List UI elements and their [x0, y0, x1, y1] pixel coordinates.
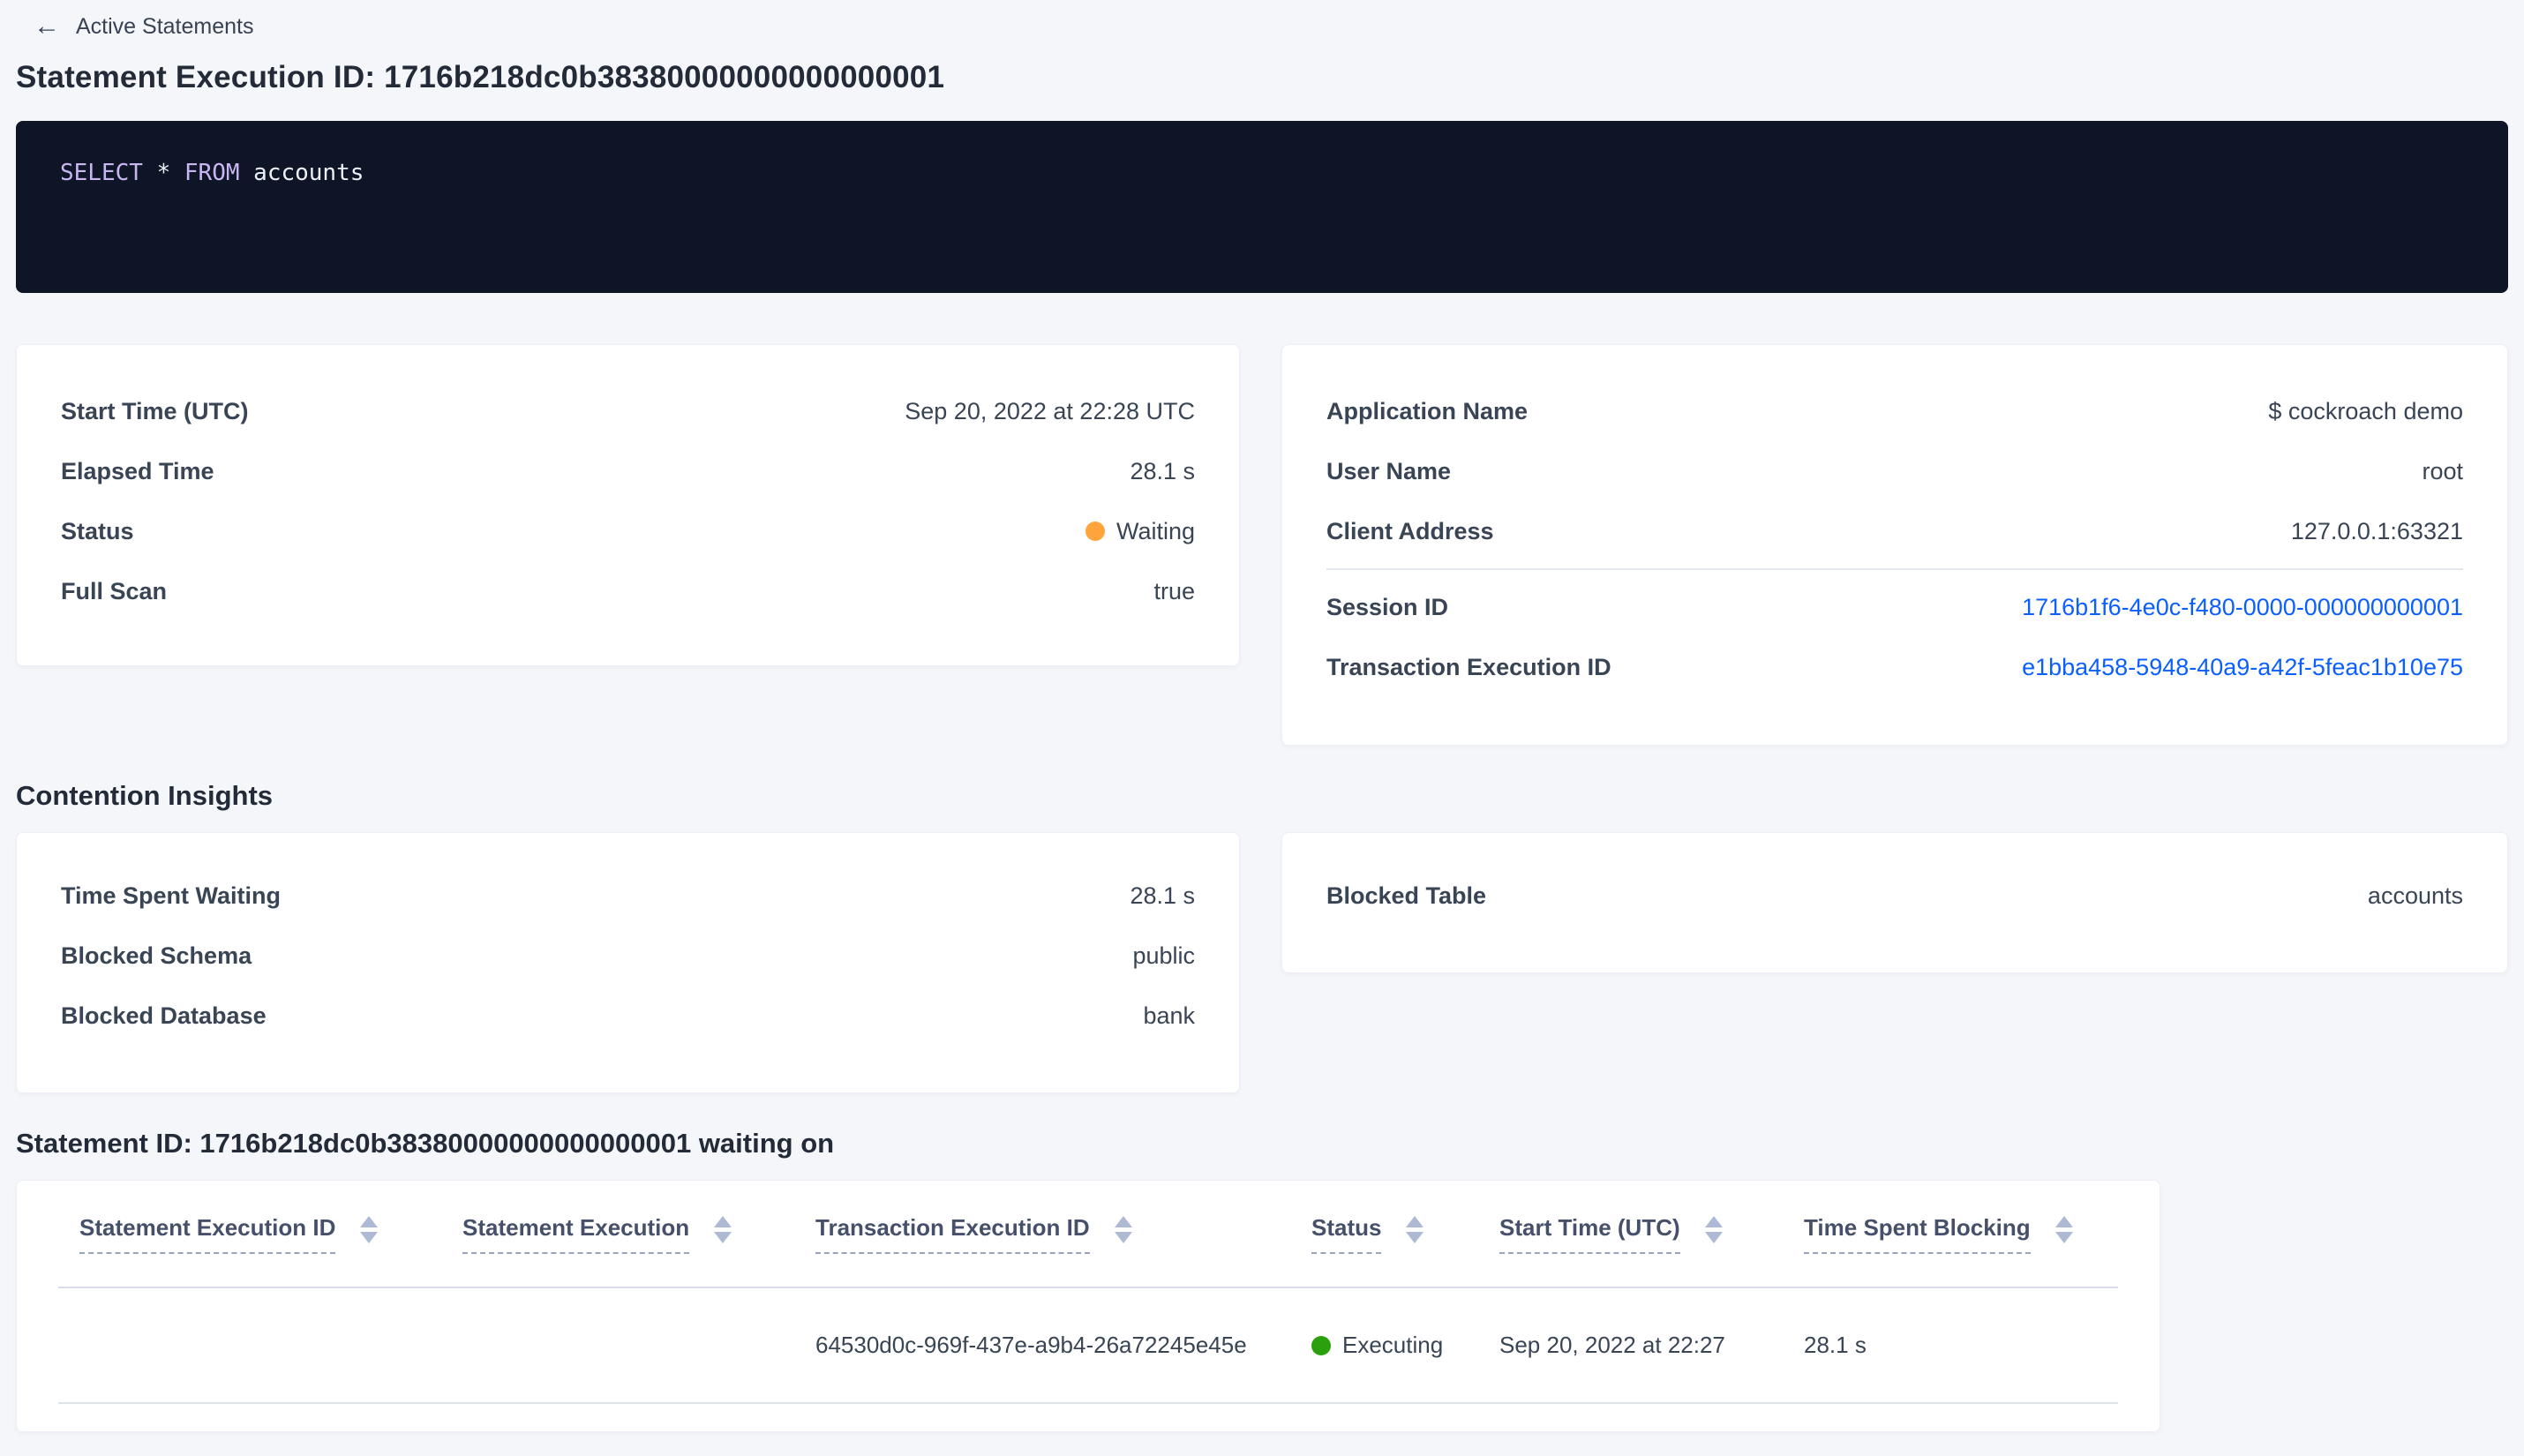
info-value: 28.1 s: [1130, 457, 1195, 484]
section-heading-contention-insights: Contention Insights: [16, 780, 274, 811]
cell-transaction-execution-id: 64530d0c-969f-437e-a9b4-26a72245e45e: [815, 1332, 1247, 1358]
table-row: 64530d0c-969f-437e-a9b4-26a72245e45e Exe…: [58, 1288, 2118, 1404]
info-row-blocked-schema: Blocked Schema public: [61, 926, 1195, 986]
contention-card-right: Blocked Table accounts: [1281, 832, 2508, 973]
info-row-blocked-database: Blocked Database bank: [61, 986, 1195, 1046]
info-label: Blocked Database: [61, 1002, 267, 1029]
info-label: Blocked Table: [1326, 882, 1487, 909]
info-label: Client Address: [1326, 517, 1494, 544]
sort-arrows-icon[interactable]: [360, 1215, 379, 1243]
info-row-full-scan: Full Scan true: [61, 561, 1195, 621]
info-label: Start Time (UTC): [61, 397, 249, 424]
info-label: User Name: [1326, 457, 1452, 484]
table-header-row: Statement Execution ID Statement Executi…: [58, 1181, 2118, 1288]
column-header-label: Time Spent Blocking: [1804, 1214, 2031, 1254]
sql-statement: SELECT * FROM accounts: [60, 159, 2464, 187]
sort-asc-icon: [1114, 1215, 1132, 1227]
sort-asc-icon: [2055, 1215, 2073, 1227]
sort-arrows-icon[interactable]: [2055, 1215, 2073, 1243]
sort-asc-icon: [1406, 1215, 1424, 1227]
column-header-label: Statement Execution ID: [79, 1214, 336, 1254]
info-value: public: [1132, 942, 1195, 969]
info-row-transaction-execution-id: Transaction Execution ID e1bba458-5948-4…: [1326, 637, 2463, 697]
info-label: Full Scan: [61, 577, 168, 604]
info-value: $ cockroach demo: [2268, 397, 2463, 424]
transaction-execution-id-link[interactable]: e1bba458-5948-40a9-a42f-5feac1b10e75: [2022, 654, 2463, 681]
sql-statement-box: SELECT * FROM accounts: [16, 121, 2508, 293]
cell-status: Executing: [1290, 1332, 1478, 1359]
info-label: Transaction Execution ID: [1326, 653, 1611, 680]
info-value: true: [1153, 577, 1195, 604]
sort-desc-icon: [1406, 1231, 1424, 1243]
sort-arrows-icon[interactable]: [1114, 1215, 1132, 1243]
sort-desc-icon: [360, 1231, 379, 1243]
sort-asc-icon: [1704, 1215, 1723, 1227]
info-value: bank: [1143, 1002, 1195, 1029]
info-label: Time Spent Waiting: [61, 882, 282, 909]
column-header-statement-execution[interactable]: Statement Execution: [441, 1214, 794, 1254]
info-label: Elapsed Time: [61, 457, 214, 484]
info-row-application-name: Application Name $ cockroach demo: [1326, 381, 2463, 441]
info-row-client-address: Client Address 127.0.0.1:63321: [1326, 501, 2463, 561]
status-label: Waiting: [1116, 517, 1195, 544]
sort-desc-icon: [2055, 1231, 2073, 1243]
overview-card-left: Start Time (UTC) Sep 20, 2022 at 22:28 U…: [16, 344, 1240, 666]
sql-keyword: SELECT: [60, 160, 143, 186]
info-row-user-name: User Name root: [1326, 441, 2463, 501]
column-header-label: Start Time (UTC): [1499, 1214, 1680, 1254]
column-header-label: Status: [1311, 1214, 1382, 1254]
info-row-elapsed-time: Elapsed Time 28.1 s: [61, 441, 1195, 501]
info-label: Status: [61, 517, 134, 544]
back-arrow-icon: ←: [34, 11, 60, 41]
info-label: Blocked Schema: [61, 942, 252, 969]
column-header-label: Transaction Execution ID: [815, 1214, 1090, 1254]
sort-arrows-icon[interactable]: [1406, 1215, 1424, 1243]
sort-desc-icon: [714, 1231, 732, 1243]
executing-status-dot-icon: [1311, 1335, 1331, 1355]
info-row-blocked-table: Blocked Table accounts: [1326, 866, 2463, 926]
sort-desc-icon: [1704, 1231, 1723, 1243]
status-badge: Waiting: [1085, 518, 1195, 545]
back-link-label: Active Statements: [76, 13, 254, 39]
cell-start-time: Sep 20, 2022 at 22:27: [1499, 1332, 1725, 1358]
section-heading-waiting-on: Statement ID: 1716b218dc0b38380000000000…: [16, 1128, 835, 1159]
info-value: 28.1 s: [1130, 882, 1195, 909]
info-value: root: [2422, 457, 2463, 484]
status-label: Executing: [1342, 1332, 1444, 1358]
sql-text: accounts: [239, 160, 364, 186]
column-header-start-time[interactable]: Start Time (UTC): [1478, 1214, 1783, 1254]
column-header-statement-execution-id[interactable]: Statement Execution ID: [58, 1214, 441, 1254]
session-id-link[interactable]: 1716b1f6-4e0c-f480-0000-000000000001: [2022, 594, 2463, 621]
overview-card-right: Application Name $ cockroach demo User N…: [1281, 344, 2508, 746]
sort-arrows-icon[interactable]: [714, 1215, 732, 1243]
waiting-statements-table: Statement Execution ID Statement Executi…: [16, 1180, 2160, 1432]
column-header-time-spent-blocking[interactable]: Time Spent Blocking: [1783, 1214, 2079, 1254]
info-row-status: Status Waiting: [61, 501, 1195, 561]
info-row-start-time: Start Time (UTC) Sep 20, 2022 at 22:28 U…: [61, 381, 1195, 441]
info-label: Application Name: [1326, 397, 1529, 424]
cell-time-spent-blocking: 28.1 s: [1804, 1332, 1867, 1358]
info-row-session-id: Session ID 1716b1f6-4e0c-f480-0000-00000…: [1326, 577, 2463, 637]
sort-desc-icon: [1114, 1231, 1132, 1243]
waiting-status-dot-icon: [1085, 522, 1105, 541]
sort-asc-icon: [714, 1215, 732, 1227]
contention-card-left: Time Spent Waiting 28.1 s Blocked Schema…: [16, 832, 1240, 1093]
sql-keyword: FROM: [184, 160, 240, 186]
info-value: Sep 20, 2022 at 22:28 UTC: [905, 397, 1195, 424]
page-title: Statement Execution ID: 1716b218dc0b3838…: [16, 60, 945, 94]
column-header-transaction-execution-id[interactable]: Transaction Execution ID: [794, 1214, 1290, 1254]
column-header-status[interactable]: Status: [1290, 1214, 1478, 1254]
sort-arrows-icon[interactable]: [1704, 1215, 1723, 1243]
card-divider: [1326, 568, 2463, 570]
sort-asc-icon: [360, 1215, 379, 1227]
info-row-time-spent-waiting: Time Spent Waiting 28.1 s: [61, 866, 1195, 926]
back-link[interactable]: ← Active Statements: [34, 11, 253, 42]
sql-text: *: [142, 160, 184, 186]
info-value: 127.0.0.1:63321: [2290, 517, 2463, 544]
info-value: accounts: [2367, 882, 2463, 909]
column-header-label: Statement Execution: [462, 1214, 690, 1254]
info-label: Session ID: [1326, 593, 1449, 620]
